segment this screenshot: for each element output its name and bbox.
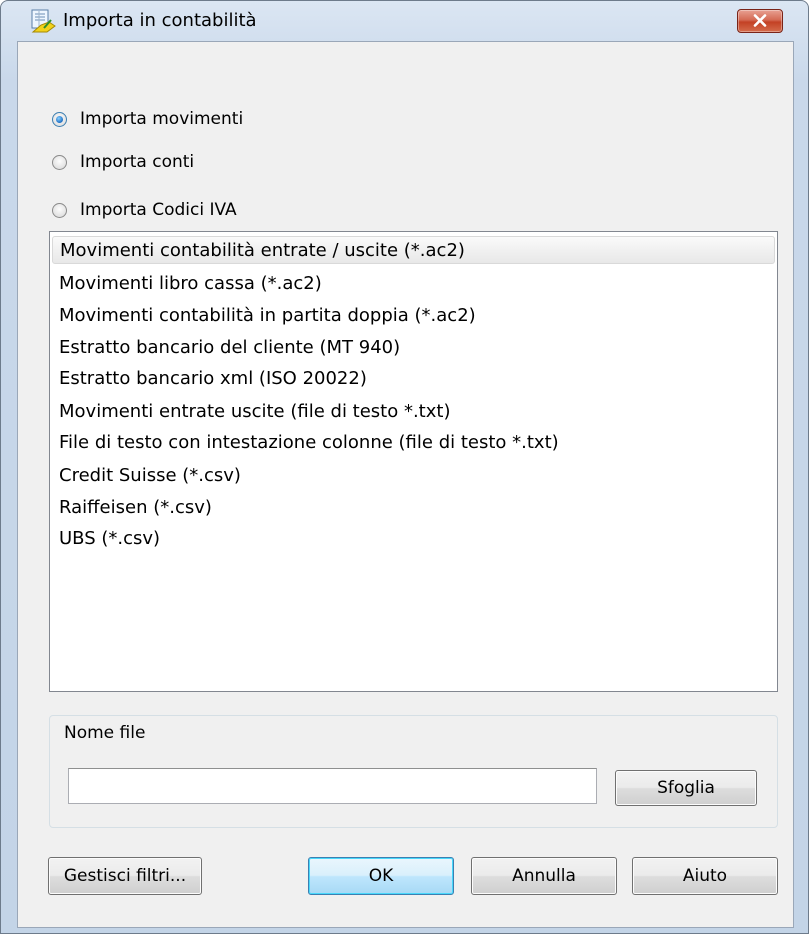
radio-button-checked[interactable] <box>52 111 67 127</box>
cancel-button[interactable]: Annulla <box>471 857 617 895</box>
radio-button[interactable] <box>52 154 67 170</box>
ok-button[interactable]: OK <box>308 857 454 895</box>
list-item[interactable]: Credit Suisse (*.csv) <box>59 462 241 490</box>
radio-import-accounts[interactable]: Importa conti <box>52 152 194 172</box>
list-item[interactable]: Estratto bancario xml (ISO 20022) <box>59 365 367 393</box>
import-dialog-window: Importa in contabilità Importa movimenti… <box>0 0 809 934</box>
manage-filters-button[interactable]: Gestisci filtri... <box>48 857 202 895</box>
dialog-client-area: Importa movimenti Importa conti Importa … <box>17 41 794 928</box>
close-icon <box>753 14 767 27</box>
import-accounting-icon <box>29 8 57 34</box>
browse-button[interactable]: Sfoglia <box>615 770 757 806</box>
radio-label: Importa movimenti <box>80 109 244 129</box>
radio-label: Importa conti <box>80 152 195 172</box>
radio-import-movements[interactable]: Importa movimenti <box>52 109 243 129</box>
radio-import-vat-codes[interactable]: Importa Codici IVA <box>52 200 237 220</box>
list-item[interactable]: Movimenti contabilità in partita doppia … <box>59 302 476 330</box>
radio-label: Importa Codici IVA <box>80 200 237 220</box>
list-item[interactable]: Movimenti entrate uscite (file di testo … <box>59 398 450 426</box>
list-item-selected[interactable]: Movimenti contabilità entrate / uscite (… <box>52 236 775 264</box>
list-item[interactable]: Movimenti libro cassa (*.ac2) <box>59 270 322 298</box>
import-format-list[interactable]: Movimenti contabilità entrate / uscite (… <box>49 231 778 692</box>
list-item[interactable]: Raiffeisen (*.csv) <box>59 494 212 522</box>
title-bar[interactable]: Importa in contabilità <box>1 1 808 41</box>
close-button[interactable] <box>737 9 783 33</box>
list-item[interactable]: UBS (*.csv) <box>59 525 160 553</box>
file-name-input[interactable] <box>68 768 597 804</box>
help-button[interactable]: Aiuto <box>632 857 778 895</box>
file-name-group-label: Nome file <box>61 723 149 743</box>
window-title: Importa in contabilità <box>63 10 257 31</box>
list-item[interactable]: Estratto bancario del cliente (MT 940) <box>59 334 400 362</box>
radio-button[interactable] <box>52 202 67 218</box>
list-item[interactable]: File di testo con intestazione colonne (… <box>59 429 559 457</box>
